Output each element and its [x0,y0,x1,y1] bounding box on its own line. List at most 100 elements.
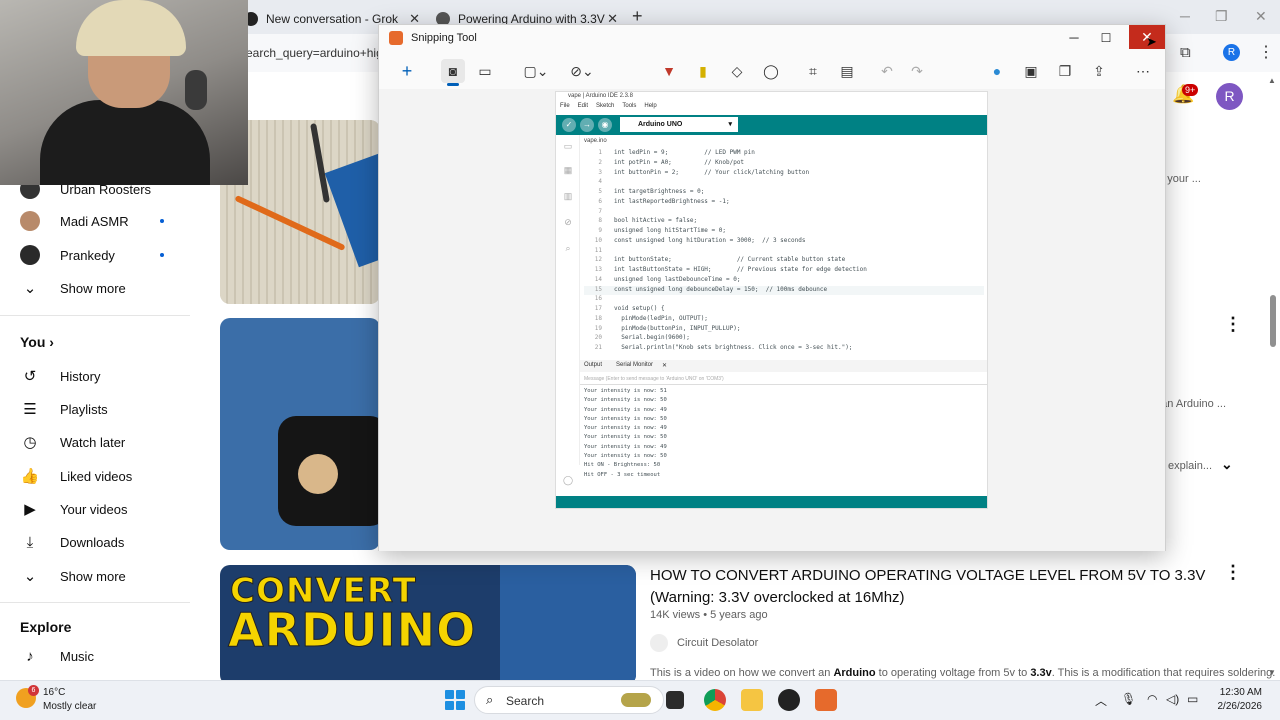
explore-section-heading: Explore [20,619,72,635]
line-number: 4 [598,178,602,186]
download-icon: ⤓ [26,533,34,551]
line-number: 21 [594,344,602,351]
snip-mode-icon[interactable]: ▢⌄ [519,59,553,83]
clock-time[interactable]: 12:30 AM [1212,687,1262,698]
redo-icon[interactable]: ↷ [905,59,929,83]
weather-badge: 6 [28,685,39,696]
maximize-button[interactable]: ☐ [1095,27,1117,49]
volume-icon[interactable]: ◁) [1166,692,1179,706]
url-text[interactable]: earch_query=arduino+hig [246,46,383,60]
file-explorer-icon[interactable] [741,689,763,711]
channel-avatar[interactable] [650,634,668,652]
code-text: pinMode(ledPin, OUTPUT); [614,314,708,322]
browser-minimize-icon[interactable]: ─ [1180,8,1190,24]
browser-profile-avatar[interactable]: R [1223,44,1240,61]
scroll-up-icon[interactable]: ▲ [1268,76,1276,85]
sidebar-item-watch-later[interactable]: ◷ Watch later [0,425,200,459]
sidebar-show-more-2[interactable]: ⌄ Show more [0,559,200,593]
video-thumbnail[interactable]: CONVERT ARDUINO [220,565,636,685]
shapes-icon[interactable]: ◯ [759,59,783,83]
more-actions-icon[interactable]: ⋮ [1224,314,1242,335]
sidebar-item-your-videos[interactable]: ▶ Your videos [0,492,200,526]
menu-item: Tools [622,103,637,109]
clock-date[interactable]: 2/26/2026 [1202,701,1263,712]
code-line: 16 [584,295,984,305]
menu-item: Sketch [596,103,615,109]
line-number: 10 [594,236,602,244]
eraser-icon[interactable]: ◇ [725,59,749,83]
thumbnail-text: ARDUINO [227,603,477,658]
browser-restore-icon[interactable]: ❐ [1215,8,1228,25]
taskbar-search[interactable]: ⌕ Search [474,686,664,714]
battery-icon[interactable]: ▭ [1187,692,1198,706]
scrollbar-thumb[interactable] [1270,295,1276,347]
windows-start-icon[interactable] [445,690,465,710]
channel-name[interactable]: Circuit Desolator [677,637,758,649]
video-title[interactable]: HOW TO CONVERT ARDUINO OPERATING VOLTAGE… [650,565,1210,609]
video-meta: 14K views • 5 years ago [650,609,768,621]
sidebar-item-music[interactable]: ♪ Music [0,639,200,673]
serial-line: Your intensity is now: 50 [584,434,667,441]
line-number: 15 [594,285,602,293]
app-icon[interactable] [778,689,800,711]
extensions-icon[interactable]: ⧉ [1180,44,1191,61]
code-line: 9 unsigned long hitStartTime = 0; [584,227,984,237]
pen-icon[interactable]: ▼ [657,59,681,83]
sidebar-item-liked-videos[interactable]: 👍 Liked videos [0,459,200,493]
sidebar-show-more[interactable]: ⌄ Show more [0,271,200,305]
crop-icon[interactable]: ⌗ [801,59,825,83]
you-section-heading[interactable]: You › [20,334,54,350]
sidebar-item-label: Downloads [60,534,125,550]
more-actions-icon[interactable]: ⋮ [1224,562,1242,583]
sidebar-item-prankedy[interactable]: Prankedy [0,238,200,272]
microphone-icon[interactable]: 🎙 [1121,692,1136,706]
browser-menu-icon[interactable]: ⋮ [1258,42,1274,62]
code-editor: 1 int ledPin = 9; // LED PWM pin 2 int potP… [584,149,984,354]
serial-line: Your intensity is now: 49 [584,406,667,413]
delay-icon[interactable]: ⊘⌄ [565,59,599,83]
sidebar-item-downloads[interactable]: ⤓ Downloads [0,525,200,559]
person-image [40,100,210,185]
weather-condition[interactable]: Mostly clear [43,701,96,712]
browser-close-icon[interactable]: ✕ [1255,8,1267,25]
line-number: 3 [598,168,602,176]
close-icon: ✕ [662,363,668,369]
camera-icon[interactable]: ◙ [441,59,465,83]
more-icon[interactable]: ⋯ [1131,59,1155,83]
verify-icon: ✓ [562,118,576,132]
upload-icon: → [580,118,594,132]
sidebar-item-history[interactable]: ↺ History [0,359,200,393]
sidebar-item-madi-asmr[interactable]: Madi ASMR [0,204,200,238]
code-text: Serial.begin(9600); [614,334,690,342]
scroll-down-icon[interactable]: ▼ [1268,668,1276,677]
line-number: 5 [598,188,602,195]
copy-icon[interactable]: ❐ [1053,59,1077,83]
temperature[interactable]: 16°C [43,687,65,698]
wifi-icon[interactable]: ◠ [1147,692,1157,706]
snipping-tool-taskbar-icon[interactable] [815,689,837,711]
chevron-down-icon[interactable]: ⌄ [1221,456,1233,473]
save-icon[interactable]: ▣ [1019,59,1043,83]
code-text: int potPin = A0; // Knob/pot [614,158,745,166]
account-icon: ◯ [562,475,574,485]
chevron-up-icon[interactable]: ︿ [1095,692,1107,709]
music-icon: ♪ [26,647,34,665]
chrome-icon[interactable] [704,689,726,711]
youtube-avatar[interactable]: R [1216,83,1243,110]
undo-icon[interactable]: ↶ [875,59,899,83]
output-panel-header: Output Serial Monitor ✕ [580,360,987,372]
chevron-right-icon: › [49,334,54,350]
divider [0,315,190,316]
video-thumbnail[interactable] [220,318,380,550]
line-number: 16 [594,295,602,303]
highlighter-icon[interactable]: ▮ [691,59,715,83]
new-snip-icon[interactable]: + [395,59,419,83]
text-actions-icon[interactable]: ▤ [835,59,859,83]
video-icon[interactable]: ▭ [473,59,497,83]
share-icon[interactable]: ⇪ [1087,59,1111,83]
minimize-button[interactable]: ─ [1063,27,1085,49]
sidebar-item-playlists[interactable]: ☰ Playlists [0,392,200,426]
edit-in-paint-icon[interactable]: ● [985,59,1009,83]
task-view-icon[interactable] [666,691,684,709]
ide-status-bar [556,496,987,508]
